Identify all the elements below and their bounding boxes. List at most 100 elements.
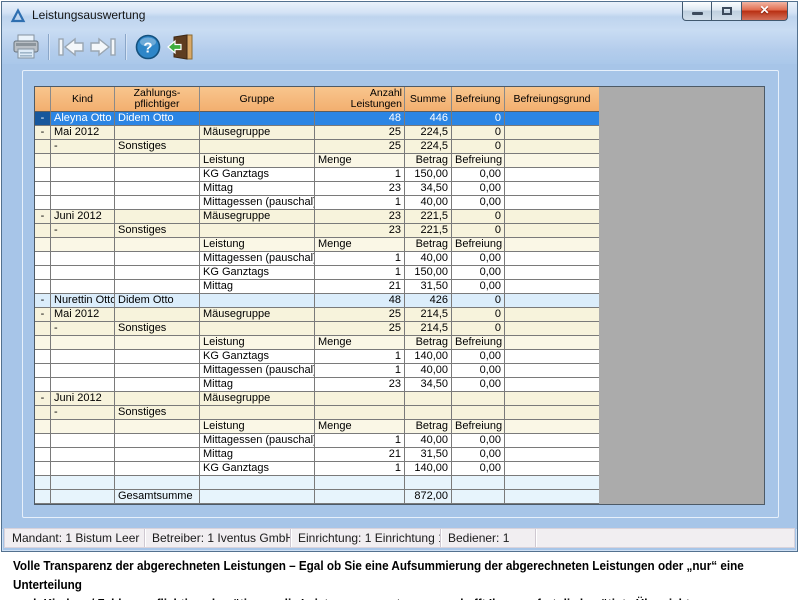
table-cell: Mai 2012 bbox=[51, 126, 115, 139]
table-row[interactable]: -Nurettin OttoDidem Otto484260 bbox=[35, 294, 599, 308]
table-cell: Leistung bbox=[200, 420, 315, 433]
table-row[interactable]: LeistungMengeBetragBefreiung bbox=[35, 420, 599, 434]
table-cell bbox=[115, 476, 200, 489]
table-cell bbox=[505, 266, 599, 279]
table-cell: 0 bbox=[452, 308, 505, 321]
column-header[interactable]: Befreiungsgrund bbox=[505, 87, 599, 112]
collapse-toggle[interactable]: - bbox=[51, 224, 115, 237]
table-row[interactable]: -Sonstiges23221,50 bbox=[35, 224, 599, 238]
nav-last-button[interactable] bbox=[87, 32, 119, 62]
caption-line-1: Volle Transparenz der abgerechneten Leis… bbox=[13, 556, 800, 594]
table-cell: 0 bbox=[452, 210, 505, 223]
table-cell: Juni 2012 bbox=[51, 392, 115, 405]
table-cell bbox=[200, 140, 315, 153]
table-cell: 0,00 bbox=[452, 462, 505, 475]
table-cell: 25 bbox=[315, 126, 405, 139]
table-row[interactable]: LeistungMengeBetragBefreiung bbox=[35, 154, 599, 168]
table-cell: 1 bbox=[315, 434, 405, 447]
table-cell bbox=[51, 182, 115, 195]
table-row[interactable]: Mittagessen (pauschal)140,000,00 bbox=[35, 252, 599, 266]
table-row[interactable]: Gesamtsumme872,00 bbox=[35, 490, 599, 504]
table-row[interactable]: -Mai 2012Mäusegruppe25214,50 bbox=[35, 308, 599, 322]
column-header[interactable]: Summe bbox=[405, 87, 452, 112]
column-header[interactable]: Gruppe bbox=[200, 87, 315, 112]
column-header[interactable]: Kind bbox=[51, 87, 115, 112]
table-cell: 0,00 bbox=[452, 378, 505, 391]
collapse-toggle[interactable]: - bbox=[35, 294, 51, 307]
table-row[interactable]: Mittag2131,500,00 bbox=[35, 448, 599, 462]
table-cell: 0 bbox=[452, 112, 505, 125]
table-cell: Mittagessen (pauschal) bbox=[200, 252, 315, 265]
table-row[interactable]: Mittagessen (pauschal)140,000,00 bbox=[35, 364, 599, 378]
table-row[interactable]: -Sonstiges25214,50 bbox=[35, 322, 599, 336]
collapse-toggle[interactable]: - bbox=[51, 406, 115, 419]
table-cell bbox=[51, 336, 115, 349]
table-row[interactable]: Mittag2131,500,00 bbox=[35, 280, 599, 294]
table-cell: 31,50 bbox=[405, 448, 452, 461]
column-header[interactable]: Befreiung bbox=[452, 87, 505, 112]
exit-button[interactable] bbox=[164, 32, 196, 62]
maximize-button[interactable] bbox=[712, 2, 742, 21]
table-cell bbox=[115, 168, 200, 181]
table-cell: 34,50 bbox=[405, 378, 452, 391]
collapse-toggle[interactable]: - bbox=[51, 140, 115, 153]
collapse-toggle[interactable]: - bbox=[35, 392, 51, 405]
table-cell: 0,00 bbox=[452, 252, 505, 265]
table-cell bbox=[505, 336, 599, 349]
table-row[interactable]: Mittagessen (pauschal)140,000,00 bbox=[35, 434, 599, 448]
collapse-toggle[interactable]: - bbox=[35, 112, 51, 125]
table-row[interactable]: -Aleyna OttoDidem Otto484460 bbox=[35, 112, 599, 126]
column-header[interactable]: Zahlungs-pflichtiger bbox=[115, 87, 200, 112]
table-row[interactable]: LeistungMengeBetragBefreiung bbox=[35, 336, 599, 350]
table-row[interactable]: -Sonstiges25224,50 bbox=[35, 140, 599, 154]
column-header[interactable] bbox=[35, 87, 51, 112]
collapse-toggle[interactable]: - bbox=[35, 126, 51, 139]
content-panel: KindZahlungs-pflichtigerGruppeAnzahl Lei… bbox=[22, 70, 779, 518]
window-title: Leistungsauswertung bbox=[32, 8, 145, 22]
collapse-toggle[interactable]: - bbox=[51, 322, 115, 335]
table-row[interactable]: KG Ganztags1140,000,00 bbox=[35, 462, 599, 476]
table-cell: 0,00 bbox=[452, 448, 505, 461]
close-button[interactable]: ✕ bbox=[742, 2, 788, 21]
table-row[interactable]: -Mai 2012Mäusegruppe25224,50 bbox=[35, 126, 599, 140]
table-cell bbox=[452, 490, 505, 503]
table-row[interactable]: -Juni 2012Mäusegruppe23221,50 bbox=[35, 210, 599, 224]
table-row[interactable]: -Juni 2012Mäusegruppe bbox=[35, 392, 599, 406]
table-cell bbox=[35, 224, 51, 237]
content-area: KindZahlungs-pflichtigerGruppeAnzahl Lei… bbox=[2, 64, 797, 529]
table-cell bbox=[35, 476, 51, 489]
table-row[interactable]: KG Ganztags1150,000,00 bbox=[35, 168, 599, 182]
table-row[interactable]: -Sonstiges bbox=[35, 406, 599, 420]
table-cell bbox=[51, 238, 115, 251]
table-row[interactable]: LeistungMengeBetragBefreiung bbox=[35, 238, 599, 252]
minimize-button[interactable] bbox=[682, 2, 712, 21]
table-row[interactable]: KG Ganztags1150,000,00 bbox=[35, 266, 599, 280]
nav-last-icon bbox=[88, 36, 118, 58]
collapse-toggle[interactable]: - bbox=[35, 210, 51, 223]
title-bar[interactable]: Leistungsauswertung ✕ bbox=[2, 2, 797, 29]
table-cell bbox=[315, 476, 405, 489]
table-cell bbox=[505, 112, 599, 125]
table-row[interactable]: Mittag2334,500,00 bbox=[35, 182, 599, 196]
table-cell: 40,00 bbox=[405, 364, 452, 377]
table-cell bbox=[51, 476, 115, 489]
table-cell bbox=[51, 434, 115, 447]
minimize-icon bbox=[692, 12, 703, 15]
table-cell bbox=[505, 420, 599, 433]
table-row[interactable]: Mittag2334,500,00 bbox=[35, 378, 599, 392]
collapse-toggle[interactable]: - bbox=[35, 308, 51, 321]
table-cell bbox=[35, 406, 51, 419]
print-button[interactable] bbox=[10, 32, 42, 62]
table-row[interactable] bbox=[35, 476, 599, 490]
help-button[interactable]: ? bbox=[132, 32, 164, 62]
nav-first-button[interactable] bbox=[55, 32, 87, 62]
table-cell: Mäusegruppe bbox=[200, 210, 315, 223]
table-cell: 25 bbox=[315, 140, 405, 153]
column-header[interactable]: Anzahl Leistungen bbox=[315, 87, 405, 112]
table-row[interactable]: Mittagessen (pauschal)140,000,00 bbox=[35, 196, 599, 210]
table-cell bbox=[200, 322, 315, 335]
table-cell bbox=[115, 182, 200, 195]
table-row[interactable]: KG Ganztags1140,000,00 bbox=[35, 350, 599, 364]
statusbar-item: Betreiber: 1 Iventus GmbH bbox=[145, 529, 291, 547]
table-cell: Betrag bbox=[405, 420, 452, 433]
